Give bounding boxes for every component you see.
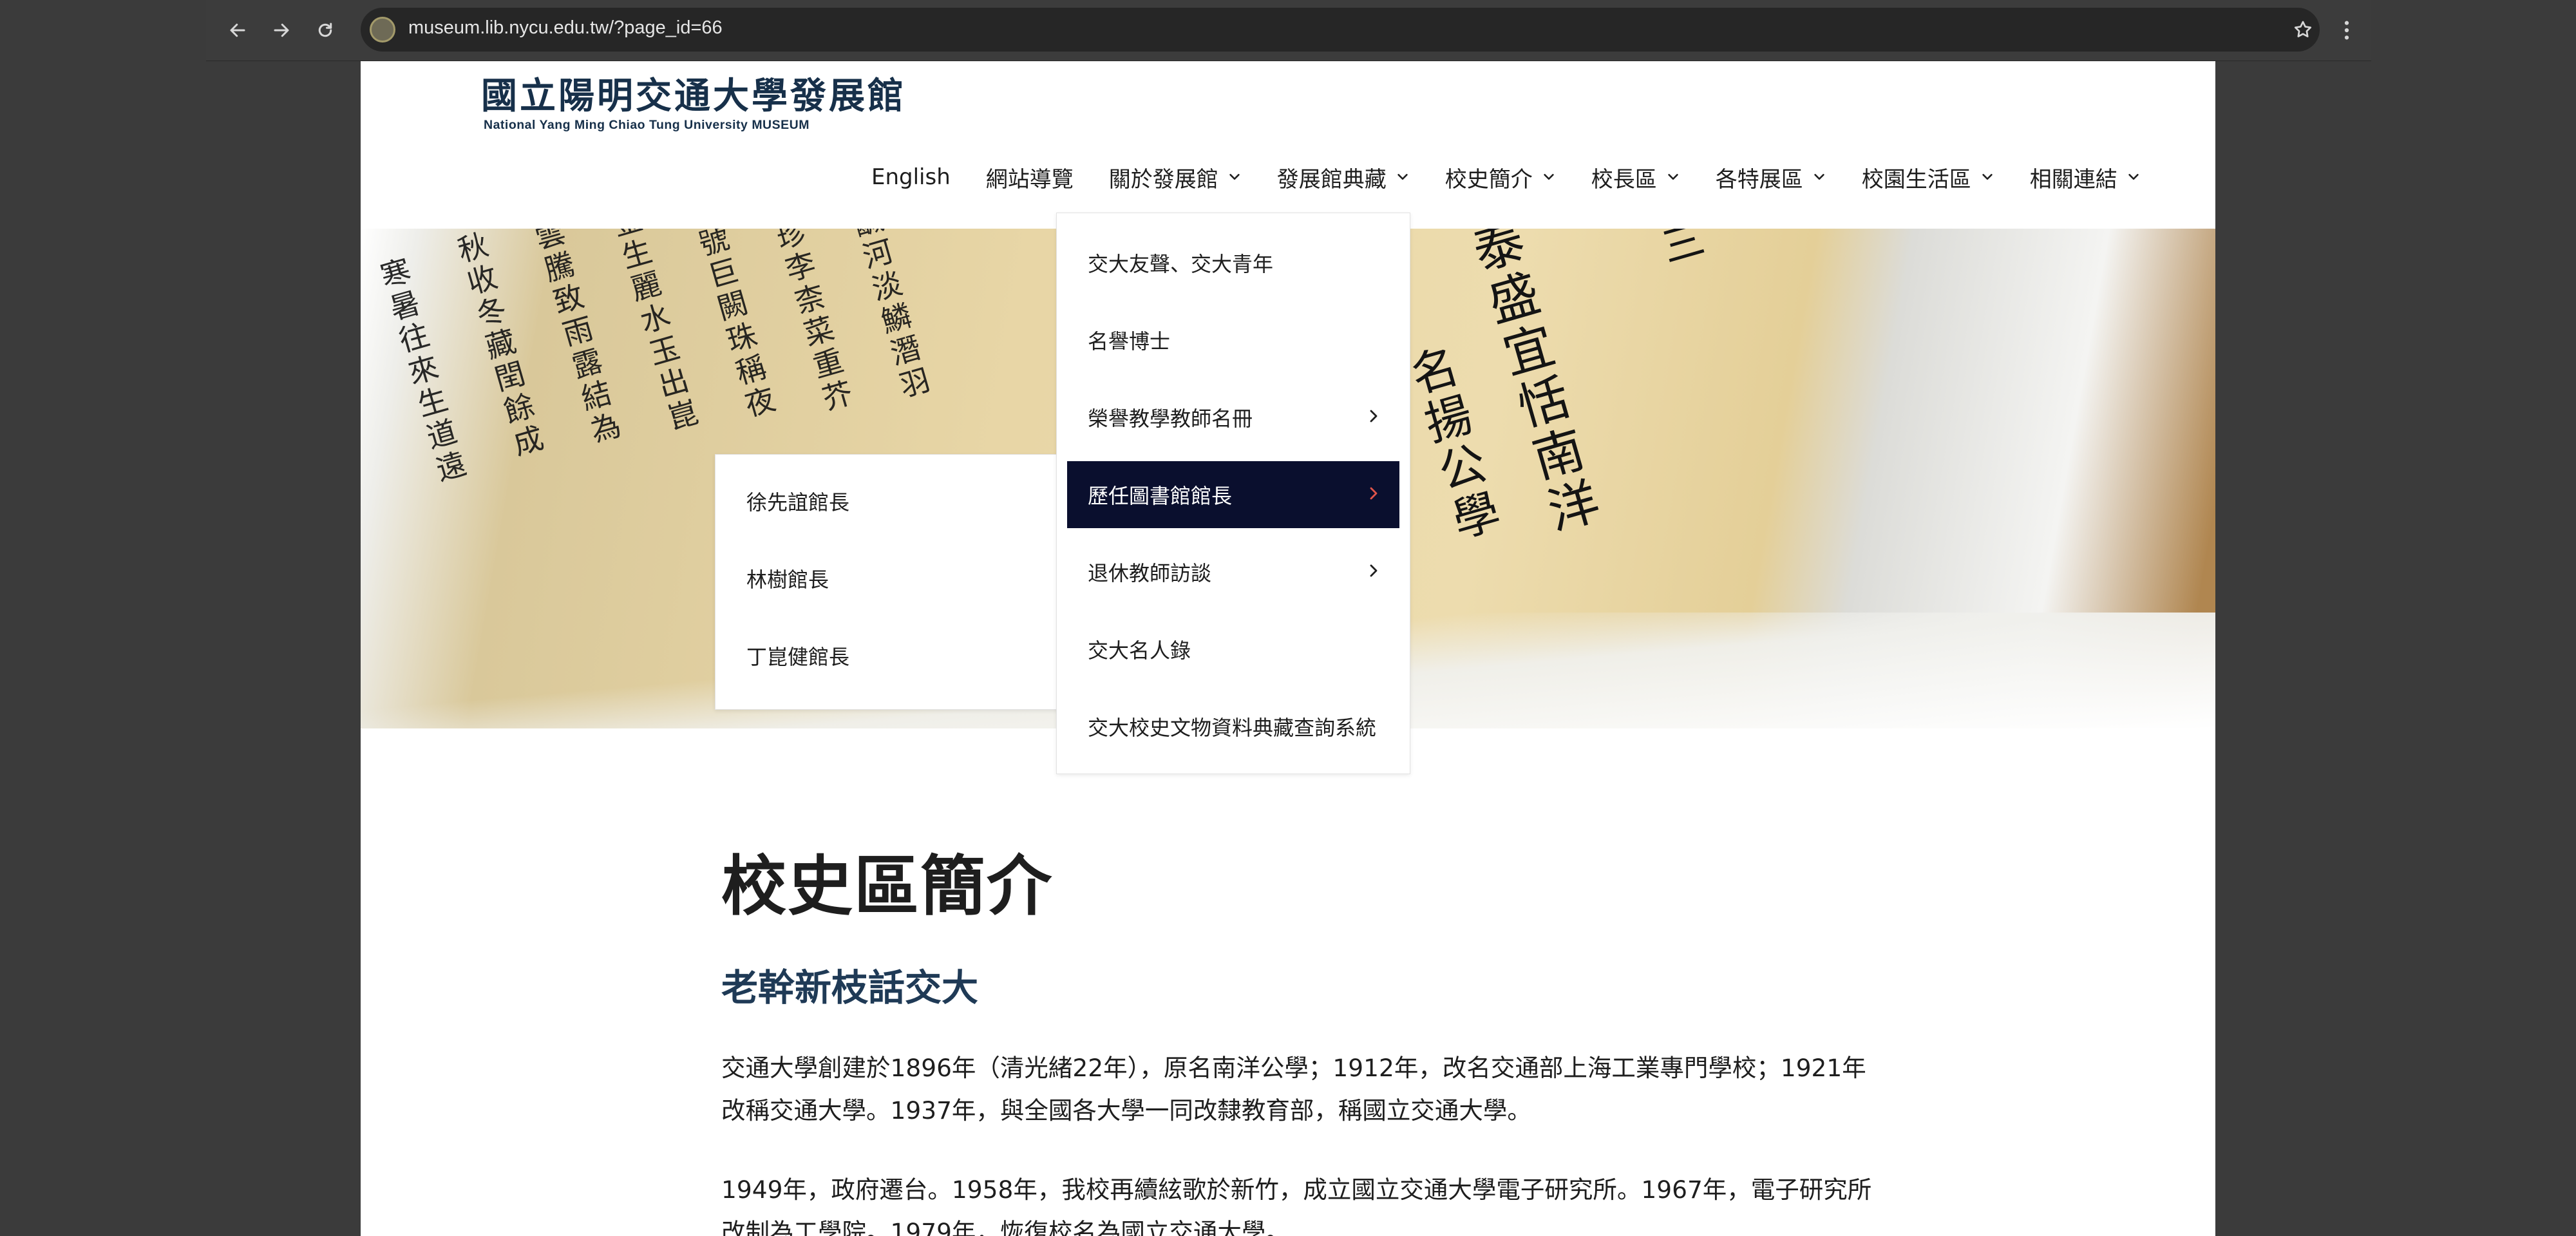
- submenu-item[interactable]: 徐先誼館長: [715, 468, 1070, 535]
- chevron-down-icon: [1982, 174, 1993, 180]
- chevron-down-icon: [1397, 174, 1408, 180]
- dropdown-about: 交大友聲、交大青年 名譽博士 榮譽教學教師名冊 歷任圖書館館長 退休教師訪談 交…: [1056, 213, 1410, 774]
- submenu-library-directors: 徐先誼館長 林樹館長 丁崑健館長: [715, 454, 1070, 710]
- nav-label: 關於發展館: [1108, 166, 1218, 193]
- nav-item-links[interactable]: 相關連結: [2030, 162, 2141, 193]
- more-vert-icon[interactable]: [2334, 13, 2360, 48]
- nav-item-presidents[interactable]: 校長區: [1591, 162, 1680, 193]
- nav-label: English: [871, 164, 951, 190]
- dropdown-item[interactable]: 榮譽教學教師名冊: [1057, 384, 1410, 451]
- dropdown-label: 交大名人錄: [1088, 638, 1191, 663]
- chevron-right-icon: [1370, 487, 1378, 500]
- paragraph-line: 改稱交通大學。1937年，與全國各大學一同改隸教育部，稱國立交通大學。: [721, 1096, 1531, 1125]
- site-favicon: [370, 17, 395, 43]
- nav-label: 校園生活區: [1861, 166, 1971, 193]
- nav-label: 發展館典藏: [1276, 166, 1387, 193]
- back-arrow-icon[interactable]: [220, 13, 255, 48]
- nav-item-exhibitions[interactable]: 各特展區: [1716, 162, 1826, 193]
- dropdown-item[interactable]: 退休教師訪談: [1057, 538, 1410, 605]
- dropdown-label: 名譽博士: [1088, 329, 1171, 354]
- paragraph-line: 改制為工學院。1979年，恢復校名為國立交通大學。: [721, 1218, 1290, 1236]
- submenu-item[interactable]: 林樹館長: [715, 545, 1070, 612]
- site-logo[interactable]: 國立陽明交通大學發展館 National Yang Ming Chiao Tun…: [481, 75, 906, 133]
- dropdown-item[interactable]: 交大校史文物資料典藏查詢系統: [1057, 693, 1410, 760]
- chevron-down-icon: [2128, 174, 2139, 180]
- nav-item-sitemap[interactable]: 網站導覽: [986, 162, 1074, 193]
- dropdown-label: 退休教師訪談: [1088, 561, 1212, 585]
- dropdown-item[interactable]: 交大友聲、交大青年: [1057, 229, 1410, 296]
- dropdown-item[interactable]: 名譽博士: [1057, 307, 1410, 374]
- paragraph-line: 交通大學創建於1896年（清光緒22年），原名南洋公學；1912年，改名交通部上…: [721, 1054, 1866, 1082]
- url-text[interactable]: museum.lib.nycu.edu.tw/?page_id=66: [408, 17, 723, 39]
- nav-label: 校長區: [1591, 166, 1657, 193]
- web-page: 國立陽明交通大學發展館 National Yang Ming Chiao Tun…: [361, 61, 2215, 1236]
- submenu-item[interactable]: 丁崑健館長: [715, 622, 1070, 689]
- chevron-down-icon: [1229, 174, 1240, 180]
- dropdown-label: 交大校史文物資料典藏查詢系統: [1088, 716, 1377, 740]
- dropdown-label: 歷任圖書館館長: [1088, 484, 1233, 508]
- chevron-down-icon: [1668, 174, 1678, 180]
- submenu-label: 林樹館長: [746, 567, 829, 592]
- dropdown-label: 交大友聲、交大青年: [1088, 252, 1274, 276]
- bookmark-star-icon[interactable]: [2285, 12, 2321, 48]
- submenu-label: 丁崑健館長: [746, 645, 850, 669]
- dropdown-label: 榮譽教學教師名冊: [1088, 406, 1253, 431]
- paragraph-line: 1949年，政府遷台。1958年，我校再續絃歌於新竹，成立國立交通大學電子研究所…: [721, 1175, 1872, 1204]
- dropdown-item[interactable]: 交大名人錄: [1057, 616, 1410, 683]
- chevron-right-icon: [1370, 410, 1378, 423]
- submenu-label: 徐先誼館長: [746, 490, 850, 515]
- reload-icon[interactable]: [308, 13, 343, 48]
- dropdown-item-active[interactable]: 歷任圖書館館長: [1067, 461, 1399, 528]
- nav-label: 網站導覽: [985, 166, 1074, 193]
- address-bar[interactable]: museum.lib.nycu.edu.tw/?page_id=66: [361, 8, 2320, 52]
- nav-label: 校史簡介: [1444, 166, 1533, 193]
- nav-label: 各特展區: [1715, 166, 1803, 193]
- chevron-down-icon: [1814, 174, 1824, 180]
- nav-item-history[interactable]: 校史簡介: [1445, 162, 1556, 193]
- page-title: 校史區簡介: [721, 848, 1054, 924]
- section-heading: 老幹新枝話交大: [721, 967, 978, 1009]
- nav-item-collections[interactable]: 發展館典藏: [1277, 162, 1410, 193]
- main-nav: English 網站導覽 關於發展館 發展館典藏 校史簡介 校長區 各特展區 校…: [871, 162, 2141, 193]
- chevron-down-icon: [1544, 174, 1554, 180]
- calligraphy-decoration: 三: [1650, 229, 1709, 273]
- browser-toolbar: museum.lib.nycu.edu.tw/?page_id=66: [206, 0, 2371, 61]
- logo-title: 國立陽明交通大學發展館: [481, 75, 906, 117]
- nav-item-about[interactable]: 關於發展館: [1109, 162, 1242, 193]
- logo-subtitle: National Yang Ming Chiao Tung University…: [484, 117, 810, 132]
- forward-arrow-icon[interactable]: [264, 13, 299, 48]
- nav-item-english[interactable]: English: [871, 164, 951, 190]
- nav-label: 相關連結: [2029, 166, 2117, 193]
- nav-item-campus-life[interactable]: 校園生活區: [1862, 162, 1994, 193]
- chevron-right-icon: [1370, 564, 1378, 577]
